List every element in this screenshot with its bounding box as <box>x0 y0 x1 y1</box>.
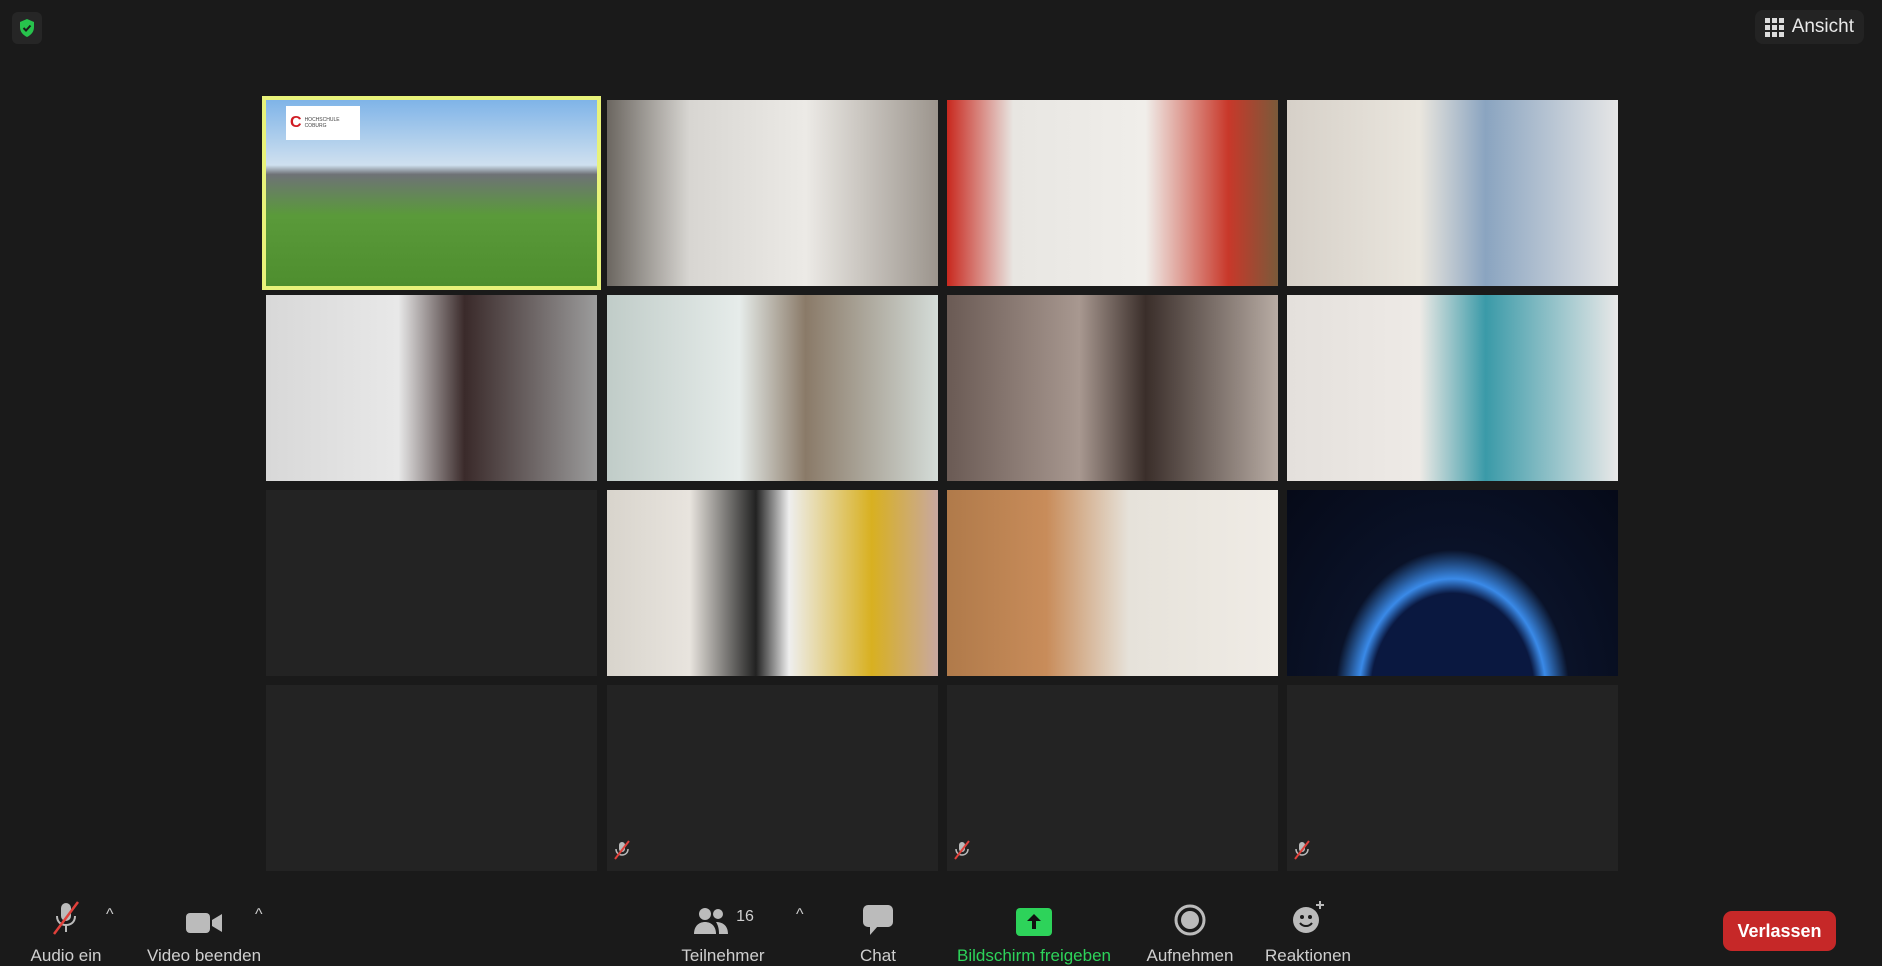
participant-video-tile[interactable] <box>607 490 938 676</box>
view-button[interactable]: Ansicht <box>1754 10 1864 44</box>
participant-video-tile[interactable] <box>1287 685 1618 871</box>
participants-label: Teilnehmer <box>681 946 765 965</box>
participant-video-tile[interactable] <box>266 685 597 871</box>
participant-video-tile[interactable] <box>1287 295 1618 481</box>
participants-options-caret[interactable]: ^ <box>796 906 804 924</box>
share-screen-label: Bildschirm freigeben <box>956 946 1111 965</box>
leave-button[interactable]: Verlassen <box>1723 911 1836 951</box>
participants-icon <box>694 908 729 934</box>
chat-label: Chat <box>860 946 896 965</box>
participant-video-tile[interactable] <box>607 295 938 481</box>
video-camera-icon <box>186 913 222 933</box>
video-label: Video beenden <box>146 946 262 965</box>
participant-video-tile[interactable] <box>266 490 597 676</box>
participant-video-tile[interactable] <box>1287 490 1618 676</box>
logo-text: HOCHSCHULE COBURG <box>304 117 340 129</box>
security-button[interactable] <box>12 12 42 44</box>
participant-video-tile[interactable] <box>947 295 1278 481</box>
share-screen-icon <box>1016 908 1052 936</box>
reactions-button[interactable]: Reaktionen <box>1260 900 1356 966</box>
video-button[interactable]: Video beenden <box>138 900 270 966</box>
grid-icon <box>1764 17 1784 37</box>
mic-muted-icon <box>53 901 79 935</box>
participant-video-tile[interactable] <box>947 100 1278 286</box>
participants-count: 16 <box>736 908 754 925</box>
participants-button[interactable]: 16 Teilnehmer <box>672 900 774 966</box>
participant-video-tile[interactable] <box>947 490 1278 676</box>
shield-check-icon <box>20 19 34 37</box>
audio-button[interactable]: Audio ein <box>22 900 110 966</box>
emoji-add-icon <box>1293 901 1324 933</box>
participant-video-tile[interactable] <box>266 295 597 481</box>
record-button[interactable]: Aufnehmen <box>1138 900 1242 966</box>
audio-label: Audio ein <box>30 946 102 965</box>
mic-muted-icon <box>953 840 971 865</box>
participant-video-tile[interactable]: C HOCHSCHULE COBURG <box>262 96 601 290</box>
chat-icon <box>863 905 893 935</box>
video-options-caret[interactable]: ^ <box>255 906 263 924</box>
hochschule-coburg-logo: C HOCHSCHULE COBURG <box>286 106 360 140</box>
mic-muted-icon <box>1293 840 1311 865</box>
participant-video-tile[interactable] <box>607 100 938 286</box>
reactions-label: Reaktionen <box>1264 946 1351 965</box>
record-label: Aufnehmen <box>1146 946 1234 965</box>
audio-options-caret[interactable]: ^ <box>106 906 114 924</box>
chat-button[interactable]: Chat <box>848 900 908 966</box>
record-icon <box>1174 904 1206 936</box>
participant-video-tile[interactable] <box>947 685 1278 871</box>
participant-video-tile[interactable] <box>607 685 938 871</box>
participant-video-tile[interactable] <box>1287 100 1618 286</box>
mic-muted-icon <box>613 840 631 865</box>
view-label: Ansicht <box>1791 16 1854 37</box>
share-screen-button[interactable]: Bildschirm freigeben <box>944 900 1124 966</box>
